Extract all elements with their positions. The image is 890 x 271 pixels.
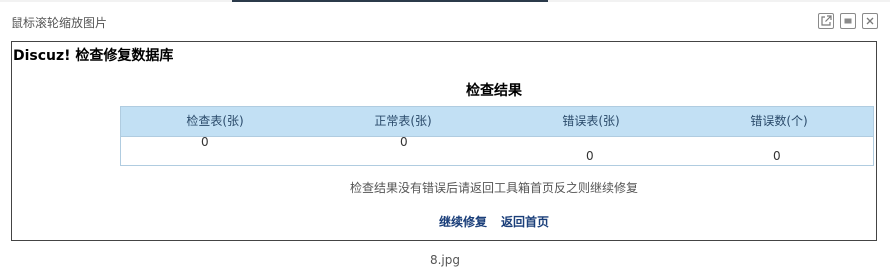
table-value-cell: 0 xyxy=(773,149,781,163)
table-header-row: 检查表(张) 正常表(张) 错误表(张) 错误数(个) xyxy=(121,107,873,137)
top-strip xyxy=(0,0,890,2)
continue-repair-link[interactable]: 继续修复 xyxy=(439,215,487,229)
table-value-cell: 0 xyxy=(400,135,408,149)
table-value-cell: 0 xyxy=(586,149,594,163)
result-title: 检查结果 xyxy=(466,83,522,99)
image-frame: Discuz! 检查修复数据库 检查结果 检查表(张) 正常表(张) 错误表(张… xyxy=(11,41,877,241)
open-external-icon[interactable] xyxy=(818,13,834,29)
table-value-cell: 0 xyxy=(201,135,209,149)
return-home-link[interactable]: 返回首页 xyxy=(501,215,549,229)
table-header-cell: 错误表(张) xyxy=(562,114,620,128)
top-strip-dark-segment xyxy=(232,0,548,2)
viewer-controls xyxy=(818,13,878,29)
action-links: 继续修复 返回首页 xyxy=(12,214,890,230)
page-heading: Discuz! 检查修复数据库 xyxy=(13,48,174,64)
result-note: 检查结果没有错误后请返回工具箱首页反之则继续修复 xyxy=(349,181,638,195)
table-header-cell: 正常表(张) xyxy=(374,114,432,128)
close-icon[interactable] xyxy=(862,13,878,29)
result-table: 检查表(张) 正常表(张) 错误表(张) 错误数(个) 0 0 0 0 xyxy=(120,106,874,166)
image-filename: 8.jpg xyxy=(429,253,461,267)
viewer-title: 鼠标滚轮缩放图片 xyxy=(11,16,108,30)
maximize-icon[interactable] xyxy=(840,13,856,29)
table-header-cell: 错误数(个) xyxy=(750,114,808,128)
table-header-cell: 检查表(张) xyxy=(186,114,244,128)
